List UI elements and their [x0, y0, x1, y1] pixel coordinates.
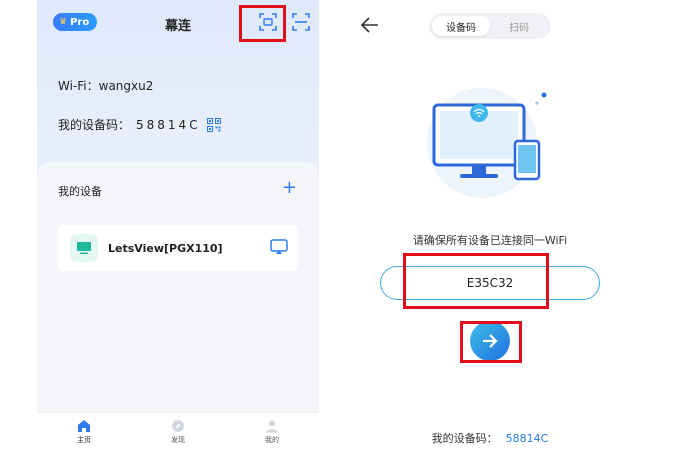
connect-button[interactable] — [470, 321, 510, 361]
home-icon — [78, 419, 90, 432]
my-devices-title: 我的设备 — [58, 185, 102, 198]
bottom-nav: 主页 发现 我的 — [37, 412, 319, 450]
device-card[interactable]: LetsView[PGX110] — [58, 225, 298, 271]
nav-label-profile: 我的 — [265, 435, 279, 444]
my-device-code-value: 58814C — [505, 432, 549, 445]
same-wifi-hint: 请确保所有设备已连接同一WiFi — [412, 234, 568, 247]
device-icon-wrap — [70, 234, 98, 262]
device-name: LetsView[PGX110] — [108, 241, 223, 255]
arrow-right-icon — [483, 334, 498, 348]
qr-scan-icon[interactable] — [292, 13, 310, 31]
qr-code-icon[interactable] — [206, 117, 221, 132]
wifi-label: Wi-Fi： — [58, 79, 99, 93]
my-devices-panel: 我的设备 + LetsView[PGX110] — [37, 162, 319, 422]
cast-icon[interactable] — [270, 239, 288, 255]
mode-tabs: 设备码 扫码 — [429, 13, 551, 39]
screen-scan-icon[interactable] — [259, 13, 277, 31]
wifi-info: Wi-Fi：wangxu2 — [58, 77, 153, 94]
add-device-button[interactable]: + — [282, 178, 297, 198]
device-code-value: 58814C — [136, 117, 201, 132]
user-icon — [266, 420, 278, 432]
tab-device-code[interactable]: 设备码 — [432, 16, 490, 36]
device-code-info: 我的设备码： 58814C — [58, 116, 221, 133]
nav-label-discover: 发现 — [171, 435, 185, 444]
my-device-code: 我的设备码： 58814C — [350, 430, 630, 446]
nav-item-discover[interactable]: 发现 — [131, 413, 225, 450]
device-code-input[interactable]: E35C32 — [380, 266, 600, 300]
monitor-icon — [77, 242, 91, 255]
connect-screen: 设备码 扫码 请确保所有设备已连接同一WiFi E35C32 我的设备码： 588… — [350, 0, 630, 450]
devices-illustration — [427, 88, 547, 198]
back-arrow-icon[interactable] — [360, 16, 380, 34]
home-screen: ♛ Pro 幕连 Wi-Fi：wangxu2 我的设备码： 58814C 我的设… — [37, 0, 319, 450]
nav-label-home: 主页 — [77, 435, 91, 444]
nav-item-profile[interactable]: 我的 — [225, 413, 319, 450]
device-code-label: 我的设备码： — [58, 118, 131, 132]
compass-icon — [172, 419, 184, 432]
device-code-input-value: E35C32 — [466, 276, 514, 290]
tab-scan[interactable]: 扫码 — [490, 16, 548, 36]
nav-item-home[interactable]: 主页 — [37, 413, 131, 450]
wifi-name: wangxu2 — [98, 79, 154, 93]
my-device-code-label: 我的设备码： — [431, 432, 498, 445]
